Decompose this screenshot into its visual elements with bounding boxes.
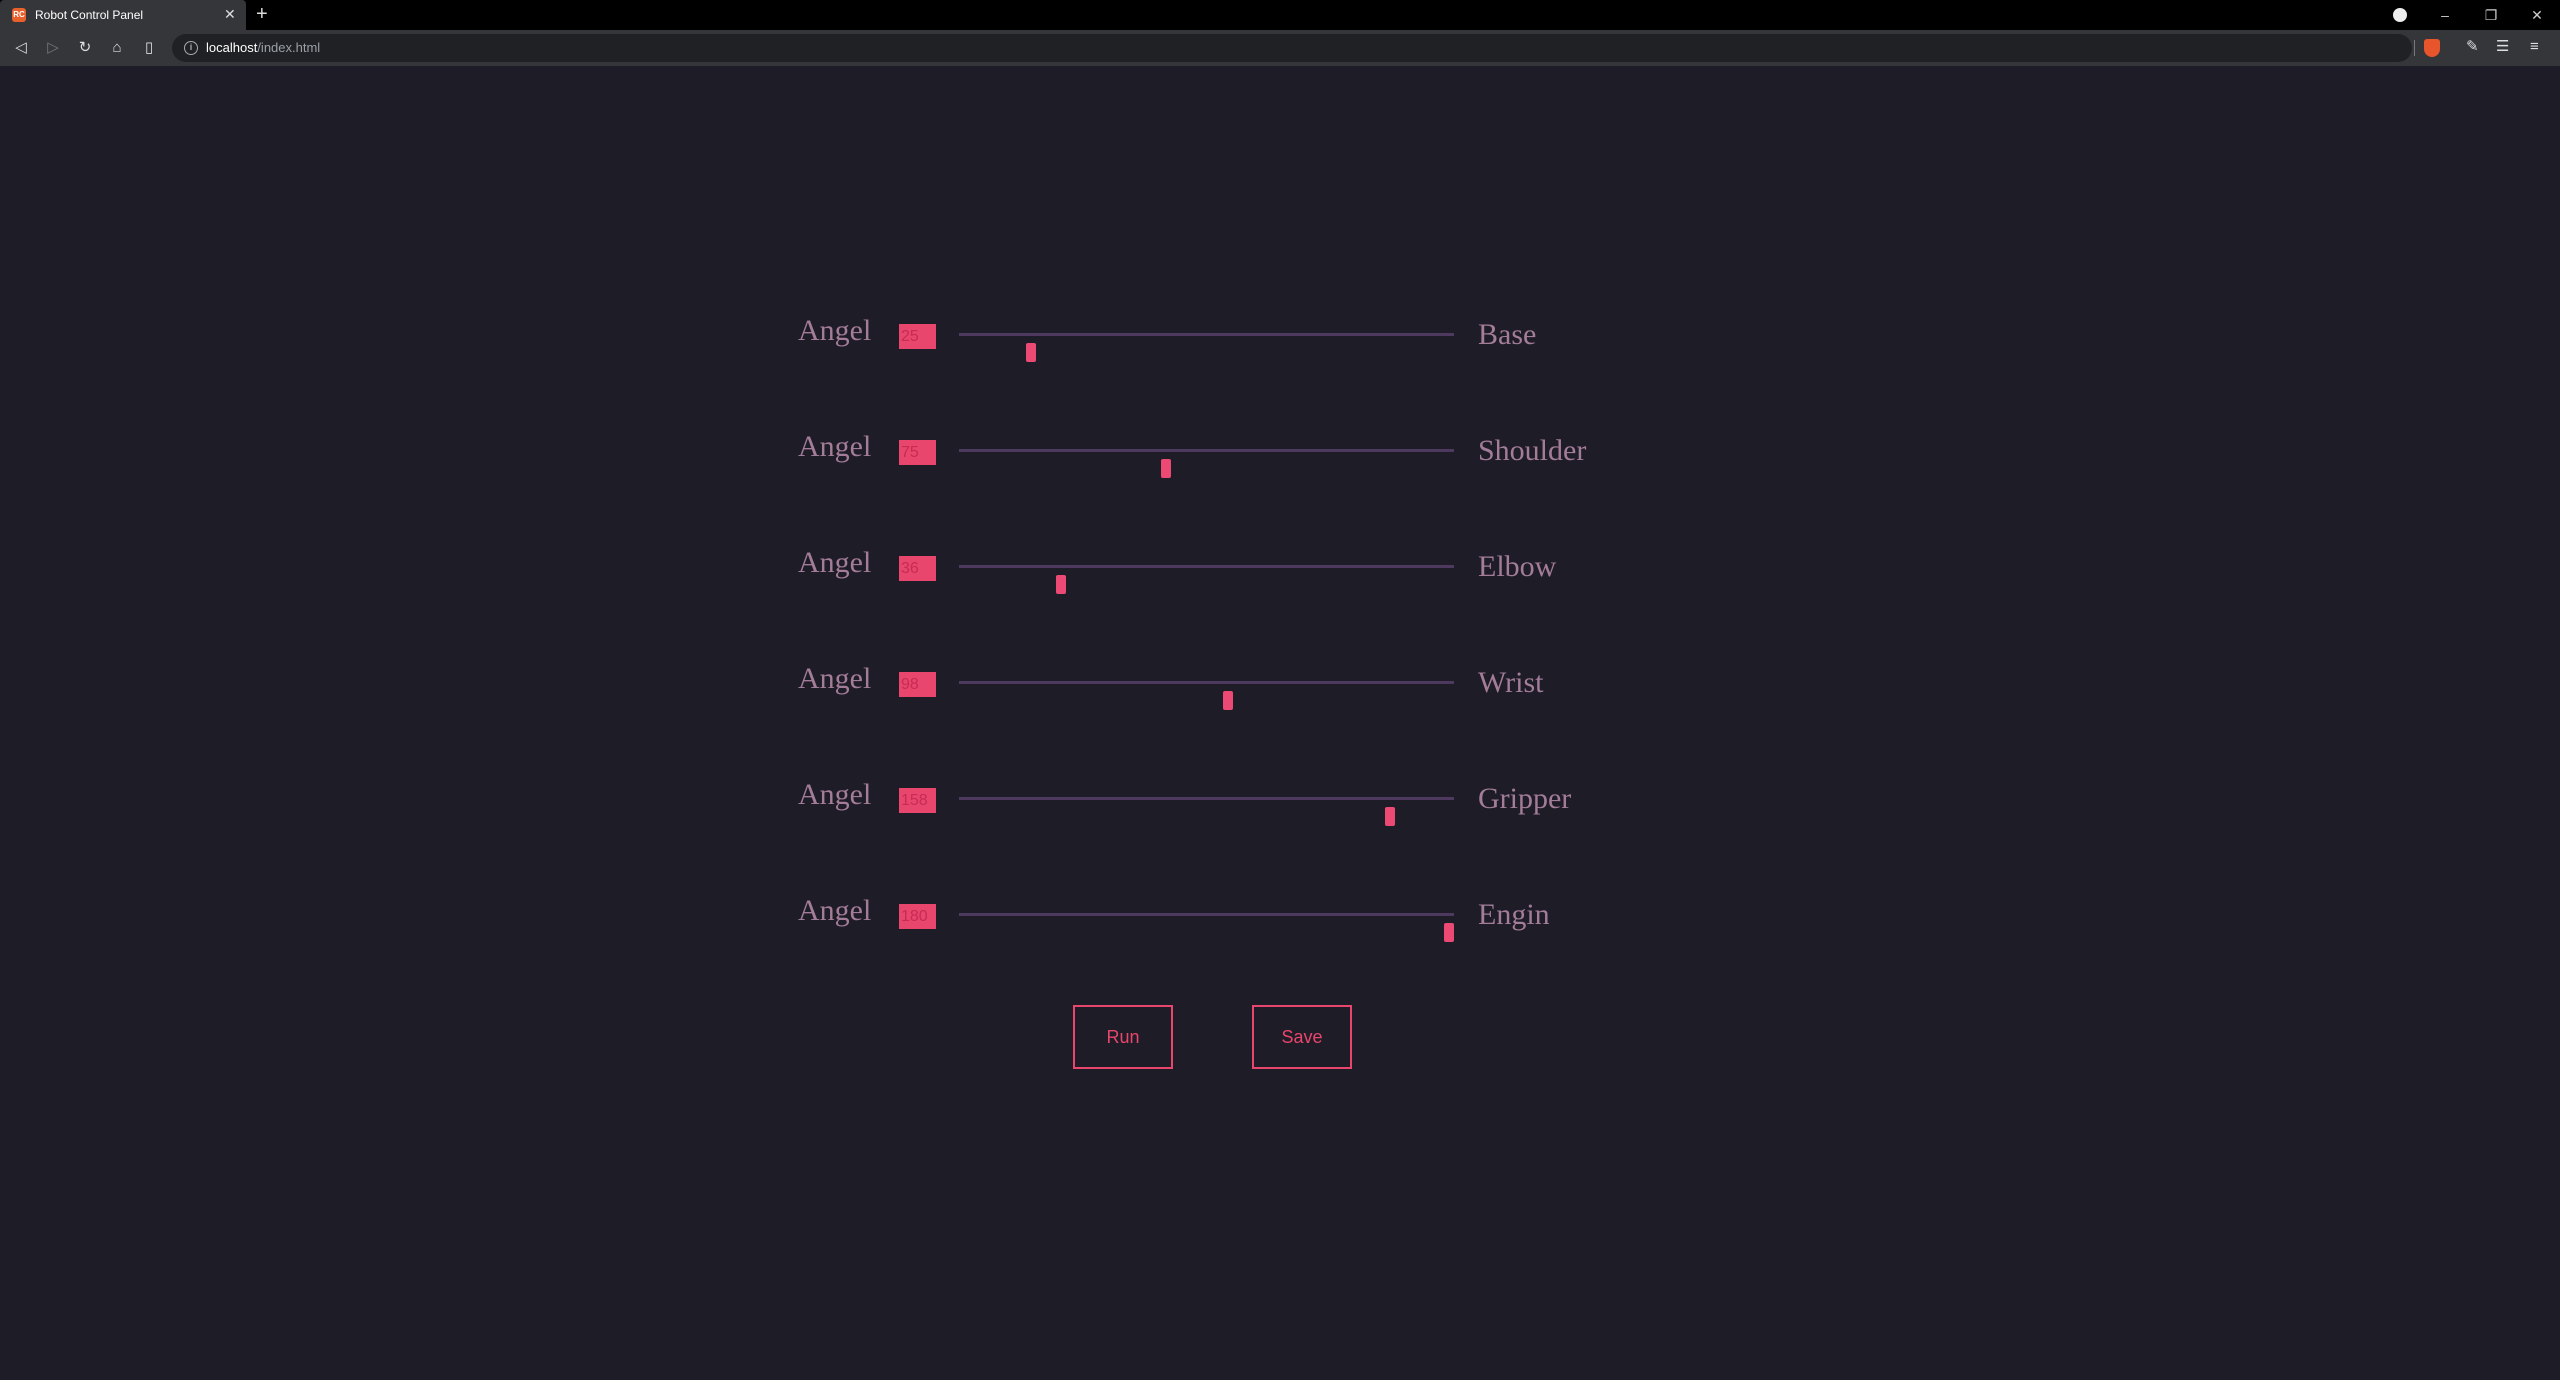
joint-row-shoulder: Angel 75 Shoulder bbox=[0, 430, 2560, 478]
extensions-icon[interactable]: ✎ bbox=[2466, 38, 2479, 56]
tab-title: Robot Control Panel bbox=[35, 8, 144, 22]
close-tab-icon[interactable]: ✕ bbox=[224, 6, 236, 22]
angle-label: Angel bbox=[798, 430, 872, 463]
restore-icon[interactable]: ❐ bbox=[2468, 0, 2514, 30]
site-info-icon[interactable]: i bbox=[184, 41, 198, 55]
angle-label: Angel bbox=[798, 778, 872, 811]
minimize-icon[interactable]: – bbox=[2422, 0, 2468, 30]
angle-label: Angel bbox=[798, 314, 872, 347]
new-tab-icon[interactable]: + bbox=[256, 4, 268, 24]
window-controls: – ❐ ✕ bbox=[2422, 0, 2560, 30]
joint-label-elbow: Elbow bbox=[1478, 550, 1557, 583]
url-path: /index.html bbox=[257, 40, 321, 55]
shoulder-slider[interactable] bbox=[959, 449, 1454, 478]
angle-value: 25 bbox=[899, 324, 936, 349]
toolbar-separator bbox=[2414, 40, 2415, 56]
angle-label: Angel bbox=[798, 662, 872, 695]
wrist-slider[interactable] bbox=[959, 681, 1454, 710]
save-button[interactable]: Save bbox=[1252, 1005, 1352, 1069]
angle-value: 75 bbox=[899, 440, 936, 465]
angle-value: 36 bbox=[899, 556, 936, 581]
menu-icon[interactable]: ≡ bbox=[2530, 38, 2539, 56]
angle-label: Angel bbox=[798, 546, 872, 579]
address-bar[interactable]: i localhost/index.html bbox=[172, 34, 2412, 62]
profile-icon[interactable] bbox=[2393, 8, 2407, 22]
slider-thumb[interactable] bbox=[1026, 343, 1036, 362]
slider-thumb[interactable] bbox=[1056, 575, 1066, 594]
angle-value: 158 bbox=[899, 788, 936, 813]
url-text[interactable]: localhost/index.html bbox=[206, 40, 320, 55]
tab-bar: RC Robot Control Panel ✕ + – ❐ ✕ bbox=[0, 0, 2560, 30]
reload-icon[interactable]: ↻ bbox=[76, 39, 94, 57]
angle-value: 180 bbox=[899, 904, 936, 929]
bookmark-icon[interactable]: ▯ bbox=[140, 39, 158, 57]
joint-label-base: Base bbox=[1478, 318, 1537, 351]
joint-label-gripper: Gripper bbox=[1478, 782, 1572, 815]
joint-label-engin: Engin bbox=[1478, 898, 1550, 931]
favicon-icon: RC bbox=[12, 8, 26, 22]
back-icon[interactable]: ◁ bbox=[12, 39, 30, 57]
run-button[interactable]: Run bbox=[1073, 1005, 1173, 1069]
joint-row-wrist: Angel 98 Wrist bbox=[0, 662, 2560, 710]
angle-label: Angel bbox=[798, 894, 872, 927]
base-slider[interactable] bbox=[959, 333, 1454, 362]
joint-label-shoulder: Shoulder bbox=[1478, 434, 1587, 467]
angle-value: 98 bbox=[899, 672, 936, 697]
slider-thumb[interactable] bbox=[1444, 923, 1454, 942]
playlist-icon[interactable]: ☰ bbox=[2496, 38, 2509, 56]
url-host: localhost bbox=[206, 40, 258, 55]
browser-tab[interactable]: RC Robot Control Panel ✕ bbox=[0, 0, 246, 30]
gripper-slider[interactable] bbox=[959, 797, 1454, 826]
close-window-icon[interactable]: ✕ bbox=[2514, 0, 2560, 30]
engin-slider[interactable] bbox=[959, 913, 1454, 942]
joint-row-elbow: Angel 36 Elbow bbox=[0, 546, 2560, 594]
elbow-slider[interactable] bbox=[959, 565, 1454, 594]
slider-thumb[interactable] bbox=[1385, 807, 1395, 826]
joint-row-engin: Angel 180 Engin bbox=[0, 894, 2560, 942]
home-icon[interactable]: ⌂ bbox=[108, 39, 126, 57]
joint-row-base: Angel 25 Base bbox=[0, 314, 2560, 362]
slider-thumb[interactable] bbox=[1223, 691, 1233, 710]
slider-thumb[interactable] bbox=[1161, 459, 1171, 478]
joint-row-gripper: Angel 158 Gripper bbox=[0, 778, 2560, 826]
browser-toolbar: ◁ ▷ ↻ ⌂ ▯ i localhost/index.html bbox=[0, 30, 2560, 66]
joint-label-wrist: Wrist bbox=[1478, 666, 1544, 699]
forward-icon[interactable]: ▷ bbox=[44, 39, 62, 57]
brave-shield-icon[interactable] bbox=[2424, 39, 2440, 57]
